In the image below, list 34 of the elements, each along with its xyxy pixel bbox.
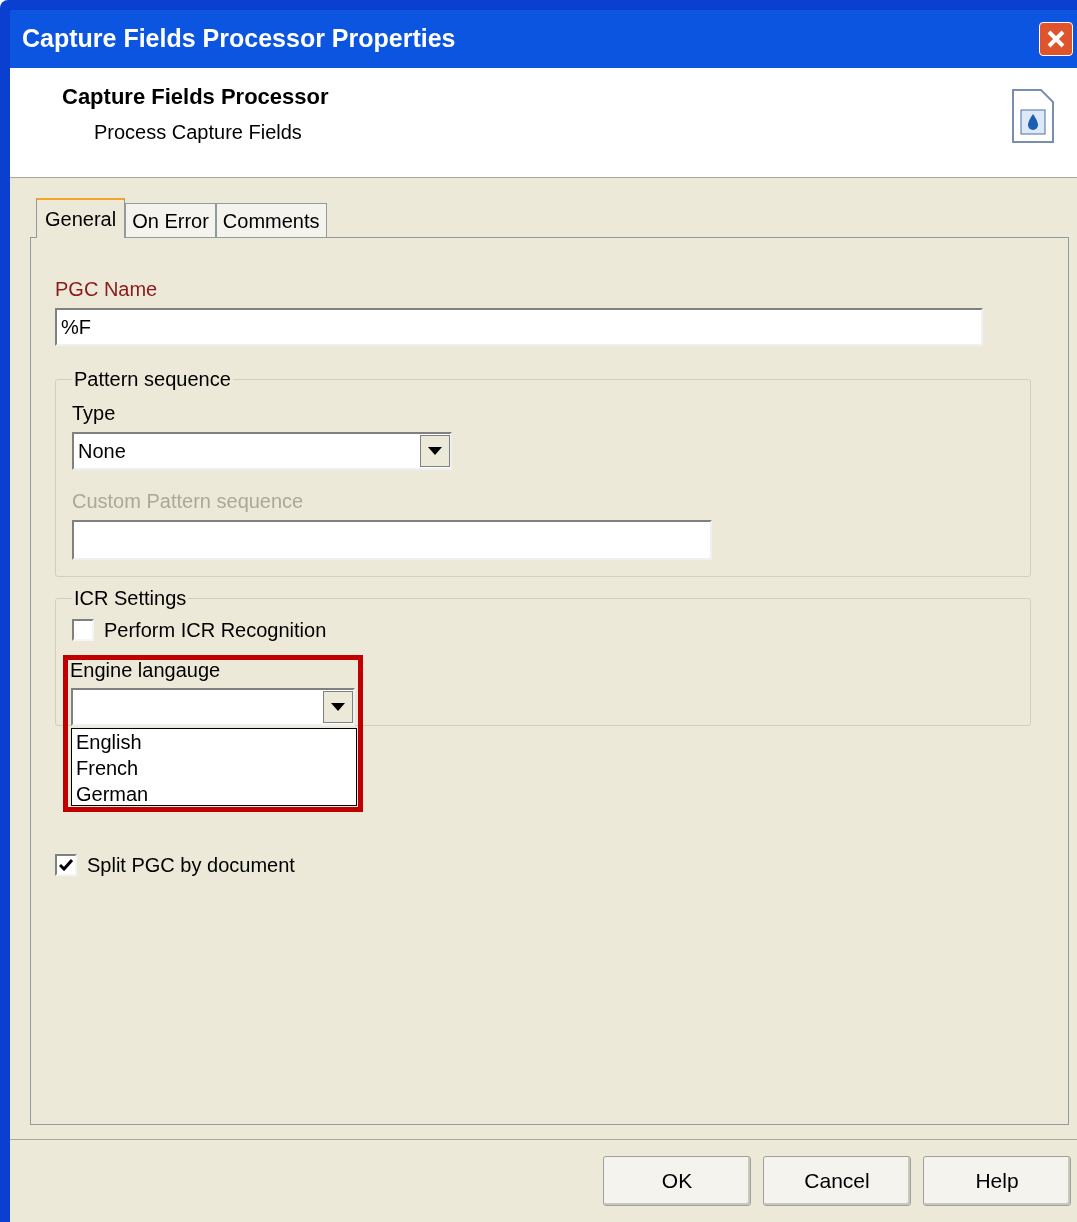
dropdown-option[interactable]: English bbox=[76, 729, 356, 755]
dropdown-option[interactable]: French bbox=[76, 755, 356, 781]
tab[interactable]: Comments bbox=[215, 203, 327, 237]
dropdown-arrow-button[interactable] bbox=[323, 691, 353, 723]
engine-dropdown[interactable] bbox=[71, 688, 355, 726]
dropdown-value: None bbox=[78, 439, 126, 464]
group-title: Pattern sequence bbox=[73, 367, 232, 392]
close-button[interactable] bbox=[1039, 22, 1073, 56]
caret-icon bbox=[331, 703, 345, 711]
dialog-button[interactable]: OK bbox=[603, 1156, 751, 1206]
checkbox[interactable] bbox=[55, 854, 77, 876]
pgc-name-field[interactable]: %F bbox=[55, 308, 983, 346]
dropdown-option[interactable]: German bbox=[76, 781, 356, 807]
group-title: ICR Settings bbox=[73, 586, 188, 611]
field-label: Engine langauge bbox=[70, 658, 222, 683]
document-icon bbox=[1011, 88, 1055, 144]
close-icon bbox=[1046, 29, 1066, 49]
dialog-button[interactable]: Cancel bbox=[763, 1156, 911, 1206]
checkbox-label: Split PGC by document bbox=[87, 853, 295, 878]
header-subtitle: Process Capture Fields bbox=[93, 120, 303, 145]
header-title: Capture Fields Processor bbox=[62, 83, 329, 111]
checkbox[interactable] bbox=[72, 619, 94, 641]
checkmark-icon bbox=[59, 859, 73, 871]
field-label: Custom Pattern sequence bbox=[72, 489, 305, 514]
field-label: Type bbox=[72, 401, 117, 426]
tab[interactable]: On Error bbox=[125, 203, 216, 237]
tab[interactable]: General bbox=[36, 198, 126, 238]
dropdown-arrow-button[interactable] bbox=[420, 435, 450, 467]
type-dropdown[interactable]: None bbox=[72, 432, 452, 470]
checkbox-label: Perform ICR Recognition bbox=[104, 618, 327, 643]
window-title: Capture Fields Processor Properties bbox=[22, 23, 456, 55]
dialog-button[interactable]: Help bbox=[923, 1156, 1071, 1206]
field-label: PGC Name bbox=[55, 277, 159, 302]
caret-icon bbox=[428, 447, 442, 455]
